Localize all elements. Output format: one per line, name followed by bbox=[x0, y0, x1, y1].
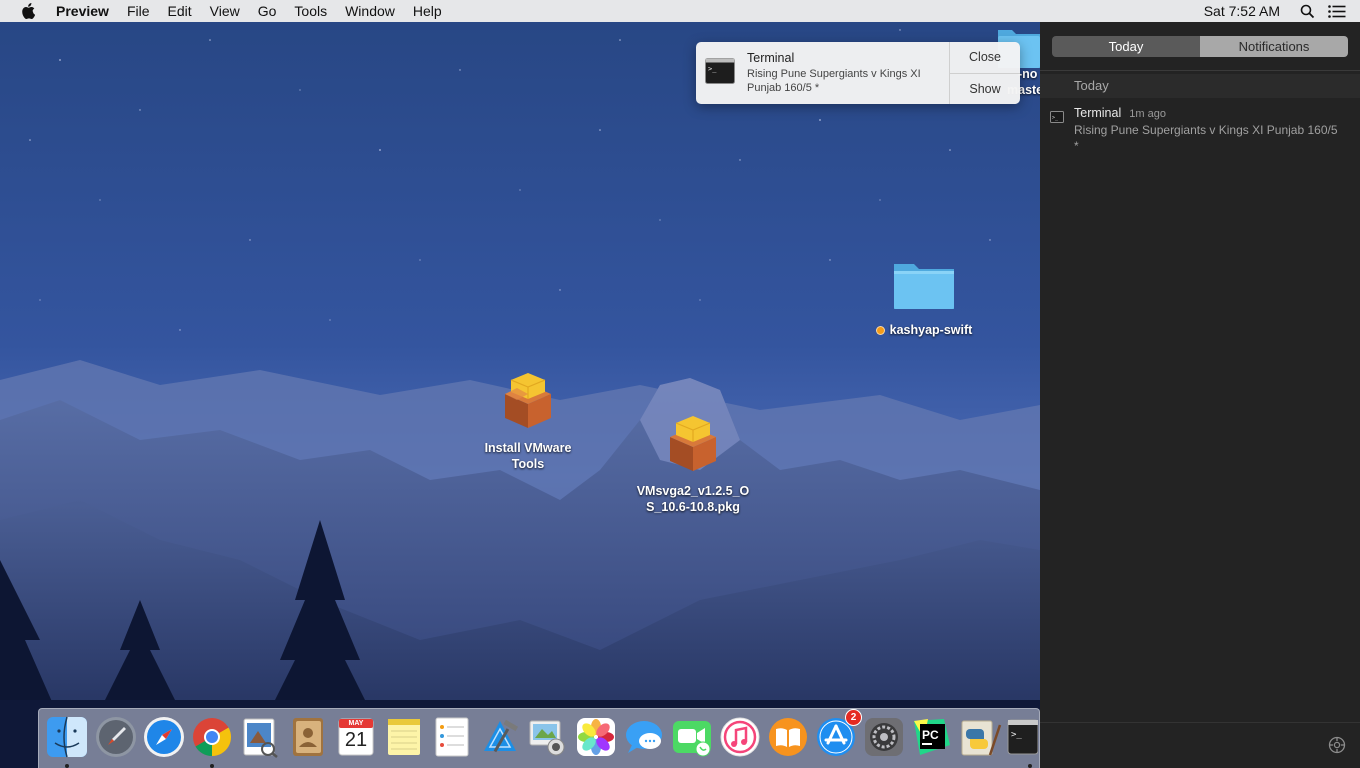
dock-xcode[interactable] bbox=[478, 715, 522, 759]
python-launcher-icon bbox=[961, 720, 1002, 756]
desktop-install-vmware-tools[interactable]: Install VMware Tools bbox=[470, 370, 586, 472]
banner-message: Rising Pune Supergiants v Kings XI Punja… bbox=[747, 68, 921, 94]
menu-edit[interactable]: Edit bbox=[159, 0, 201, 22]
dock-reminders[interactable] bbox=[430, 715, 474, 759]
launchpad-rocket-icon bbox=[96, 717, 136, 757]
dock-app-store[interactable]: 2 bbox=[814, 709, 862, 759]
notification-center-tabs: Today Notifications bbox=[1052, 36, 1348, 57]
dock-terminal[interactable]: >_ bbox=[1006, 715, 1039, 768]
dock-python-launcher[interactable] bbox=[958, 715, 1002, 759]
svg-text:>_: >_ bbox=[1011, 730, 1022, 740]
notification-center-panel: Today Notifications Today >_ Terminal 1m … bbox=[1040, 22, 1360, 768]
menu-tools[interactable]: Tools bbox=[285, 0, 336, 22]
notification-banner[interactable]: >_ Terminal Rising Pune Supergiants v Ki… bbox=[696, 42, 1020, 104]
menu-help[interactable]: Help bbox=[404, 0, 451, 22]
pycharm-icon: PC bbox=[914, 719, 950, 755]
install-vmware-label-2: Tools bbox=[511, 457, 545, 471]
dock-facetime[interactable] bbox=[670, 715, 714, 759]
app-store-badge: 2 bbox=[845, 709, 862, 726]
orange-tag-icon bbox=[875, 326, 885, 336]
kashyap-swift-label-row: kashyap-swift bbox=[875, 322, 973, 338]
notification-item-time: 1m ago bbox=[1129, 108, 1166, 120]
dock-chrome[interactable] bbox=[190, 715, 234, 768]
dock-contacts[interactable] bbox=[286, 715, 330, 759]
system-preferences-gear-icon bbox=[865, 718, 903, 756]
terminal-icon: >_ bbox=[1007, 719, 1039, 755]
banner-actions: Close Show bbox=[949, 42, 1020, 104]
preview-icon bbox=[243, 718, 278, 758]
dock-pycharm[interactable]: PC bbox=[910, 715, 954, 759]
package-icon bbox=[505, 373, 551, 428]
section-header-today: Today bbox=[1040, 74, 1360, 98]
banner-close-button[interactable]: Close bbox=[950, 42, 1020, 73]
dock-image-capture[interactable] bbox=[526, 715, 570, 759]
menubar-clock[interactable]: Sat 7:52 AM bbox=[1192, 3, 1292, 19]
dock-messages[interactable] bbox=[622, 715, 666, 759]
dock-photos[interactable] bbox=[574, 715, 618, 759]
banner-show-button[interactable]: Show bbox=[950, 72, 1020, 105]
notification-item-header: Terminal 1m ago bbox=[1074, 106, 1166, 120]
notification-center-list-icon[interactable] bbox=[1322, 0, 1352, 22]
svg-text:>_: >_ bbox=[1052, 115, 1059, 121]
package-icon bbox=[670, 416, 716, 471]
dock-system-preferences[interactable] bbox=[862, 715, 906, 759]
apple-icon[interactable] bbox=[0, 0, 56, 22]
messages-bubble-icon bbox=[626, 721, 662, 753]
notification-settings-gear-icon[interactable] bbox=[1328, 736, 1346, 759]
notes-icon bbox=[388, 719, 420, 755]
photos-flower-icon bbox=[577, 718, 615, 756]
running-indicator bbox=[65, 764, 69, 768]
terminal-app-icon: >_ bbox=[1050, 110, 1064, 128]
dock-notes[interactable] bbox=[382, 715, 426, 759]
calendar-month: MAY bbox=[348, 720, 364, 727]
install-vmware-label-1: Install VMware bbox=[484, 441, 572, 455]
folder-icon bbox=[894, 264, 954, 309]
dock-calendar[interactable]: MAY 21 bbox=[334, 715, 378, 759]
notification-item-text: Rising Pune Supergiants v Kings XI Punja… bbox=[1074, 123, 1338, 153]
safari-compass-icon bbox=[144, 717, 184, 757]
image-capture-icon bbox=[529, 720, 565, 756]
chrome-icon bbox=[193, 718, 232, 757]
desktop-folder-kashyap-swift[interactable]: kashyap-swift bbox=[866, 258, 982, 338]
finder-icon bbox=[47, 716, 87, 758]
tab-today[interactable]: Today bbox=[1052, 36, 1200, 57]
banner-title: Terminal bbox=[747, 51, 795, 65]
running-indicator bbox=[1028, 764, 1032, 768]
contacts-book-icon bbox=[293, 718, 323, 756]
menu-window[interactable]: Window bbox=[336, 0, 404, 22]
svg-text:PC: PC bbox=[922, 728, 939, 742]
svg-text:>_: >_ bbox=[708, 65, 717, 73]
menu-file[interactable]: File bbox=[118, 0, 159, 22]
dock-ibooks[interactable] bbox=[766, 715, 810, 759]
calendar-day: 21 bbox=[344, 729, 368, 751]
divider bbox=[1040, 722, 1360, 723]
vmsvga2-label-1: VMsvga2_v1.2.5_O bbox=[636, 484, 750, 498]
ibooks-book-icon bbox=[769, 718, 807, 756]
divider bbox=[1040, 70, 1360, 71]
terminal-app-icon: >_ bbox=[696, 42, 744, 104]
dock-safari[interactable] bbox=[142, 715, 186, 759]
dock-finder[interactable] bbox=[45, 715, 89, 768]
menu-app-name[interactable]: Preview bbox=[56, 0, 118, 22]
dock: MAY 21 2 PC >_ bbox=[38, 708, 1040, 768]
xcode-hammer-icon bbox=[484, 719, 519, 753]
notification-item-app: Terminal bbox=[1074, 106, 1122, 120]
kashyap-swift-label: kashyap-swift bbox=[889, 323, 973, 337]
facetime-camera-icon bbox=[673, 721, 711, 757]
dock-itunes[interactable] bbox=[718, 715, 762, 759]
menu-view[interactable]: View bbox=[201, 0, 249, 22]
tab-notifications[interactable]: Notifications bbox=[1200, 36, 1348, 57]
dock-preview[interactable] bbox=[238, 715, 282, 759]
desktop-vmsvga2-pkg[interactable]: VMsvga2_v1.2.5_O S_10.6-10.8.pkg bbox=[633, 413, 753, 515]
itunes-music-note-icon bbox=[720, 717, 760, 757]
dock-launchpad[interactable] bbox=[94, 715, 138, 759]
menu-go[interactable]: Go bbox=[249, 0, 286, 22]
reminders-icon bbox=[435, 717, 469, 757]
desktop-folder-partial-label-1: -no bbox=[1018, 67, 1038, 81]
menu-bar: Preview File Edit View Go Tools Window H… bbox=[0, 0, 1360, 22]
banner-content: Terminal Rising Pune Supergiants v Kings… bbox=[744, 42, 949, 104]
running-indicator bbox=[210, 764, 214, 768]
spotlight-search-icon[interactable] bbox=[1292, 0, 1322, 22]
vmsvga2-label-2: S_10.6-10.8.pkg bbox=[646, 500, 740, 514]
